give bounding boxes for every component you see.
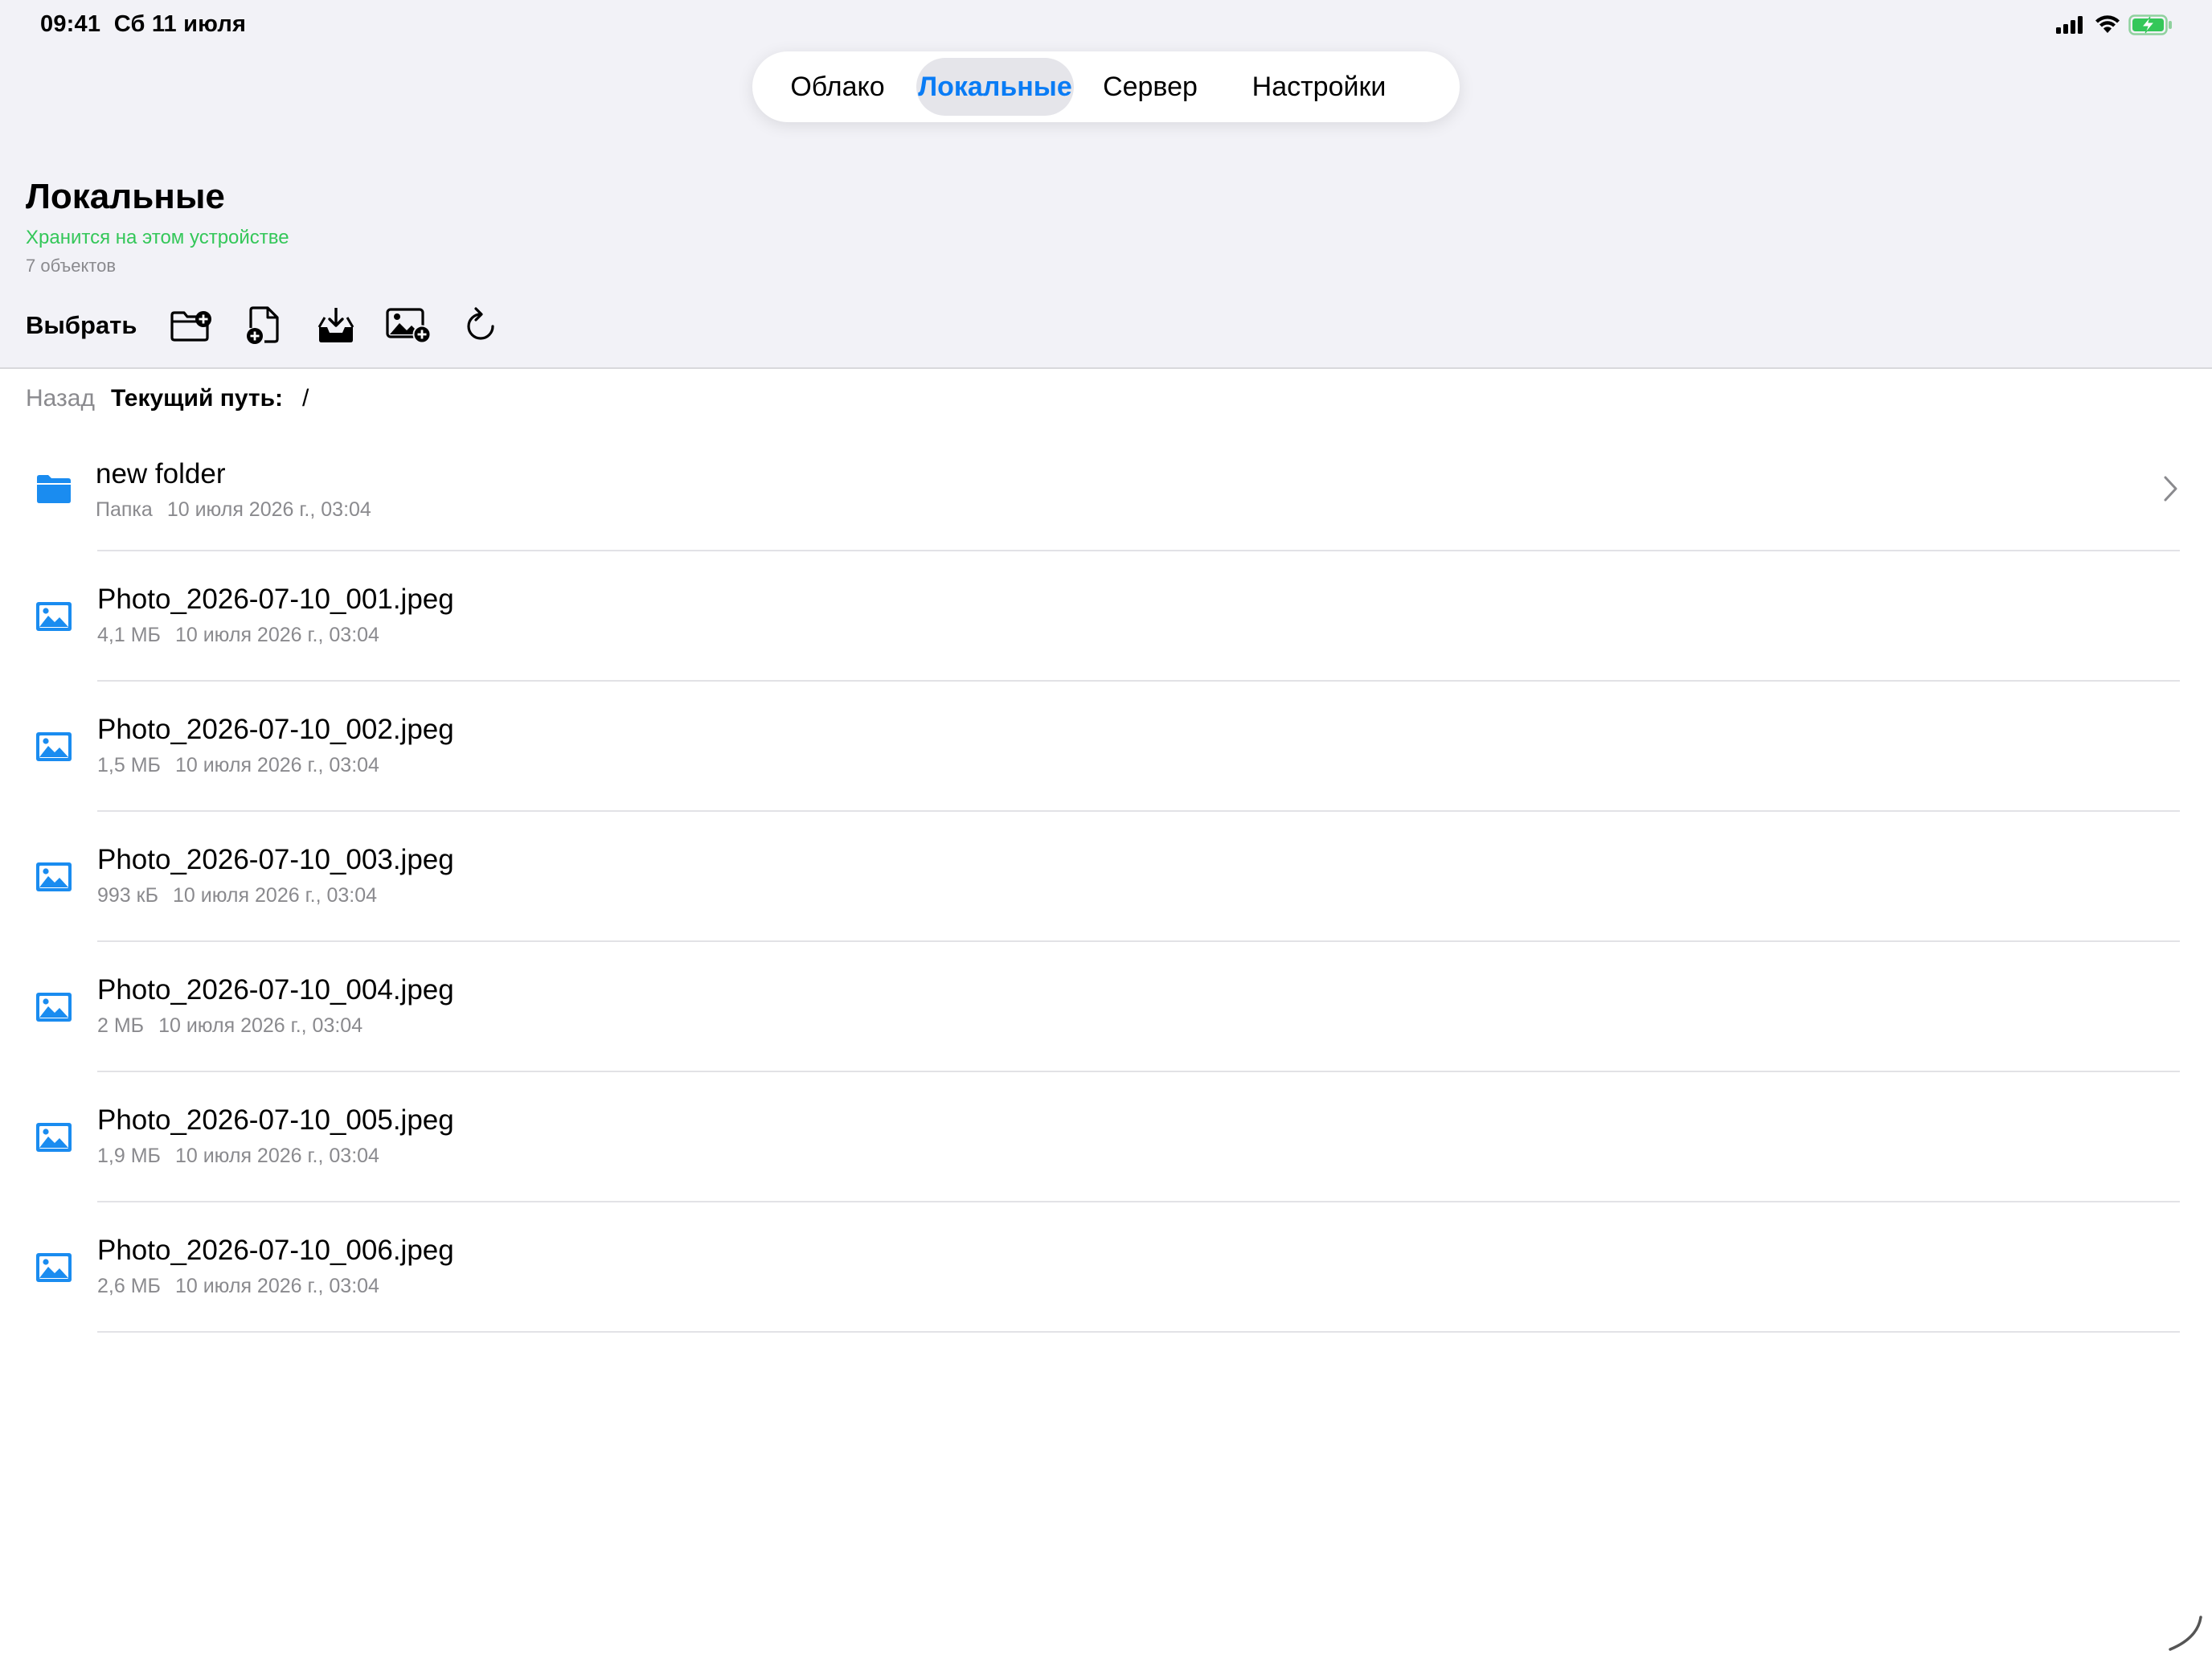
item-size: 4,1 МБ <box>97 624 161 646</box>
toolbar: Выбрать <box>26 302 529 349</box>
header-area: 09:41 Сб 11 июля Облако Локальные Сервер… <box>0 0 2212 369</box>
item-count: 7 объектов <box>26 256 117 276</box>
import-icon[interactable] <box>312 302 360 349</box>
item-meta: 1,5 МБ 10 июля 2026 г., 03:04 <box>97 754 379 777</box>
breadcrumb: Назад Текущий путь: / <box>26 383 309 415</box>
item-size: 2 МБ <box>97 1014 145 1037</box>
list-item-folder[interactable]: new folder Папка 10 июля 2026 г., 03:04 <box>0 426 2212 551</box>
image-file-icon <box>34 1120 74 1155</box>
storage-location-subtitle: Хранится на этом устройстве <box>26 227 289 248</box>
item-date: 10 июля 2026 г., 03:04 <box>174 1145 379 1167</box>
row-divider <box>97 1331 2180 1333</box>
item-meta: Папка 10 июля 2026 г., 03:04 <box>96 498 371 522</box>
image-file-icon <box>34 859 74 895</box>
status-bar-time: 09:41 Сб 11 июля <box>40 11 247 37</box>
list-item-image[interactable]: Photo_2026-07-10_003.jpeg 993 кБ 10 июля… <box>0 812 2212 942</box>
add-photo-icon[interactable] <box>384 302 432 349</box>
list-item-image[interactable]: Photo_2026-07-10_001.jpeg 4,1 МБ 10 июля… <box>0 551 2212 682</box>
select-button[interactable]: Выбрать <box>26 311 137 340</box>
tab-cloud[interactable]: Облако <box>759 58 916 116</box>
item-meta: 4,1 МБ 10 июля 2026 г., 03:04 <box>97 624 379 647</box>
image-file-icon <box>34 599 74 634</box>
tab-settings[interactable]: Настройки <box>1227 58 1411 116</box>
chevron-right-icon <box>2159 473 2183 505</box>
item-size: 1,9 МБ <box>97 1145 161 1167</box>
image-file-icon <box>34 1250 74 1285</box>
item-date: 10 июля 2026 г., 03:04 <box>174 754 379 776</box>
item-date: 10 июля 2026 г., 03:04 <box>174 624 379 646</box>
signal-icon <box>2056 16 2087 34</box>
item-kind: Папка <box>96 498 153 521</box>
item-meta: 993 кБ 10 июля 2026 г., 03:04 <box>97 884 377 907</box>
battery-charging-icon <box>2128 14 2173 35</box>
wifi-icon <box>2095 15 2120 35</box>
image-file-icon <box>34 729 74 764</box>
list-item-image[interactable]: Photo_2026-07-10_006.jpeg 2,6 МБ 10 июля… <box>0 1202 2212 1333</box>
item-name: Photo_2026-07-10_001.jpeg <box>97 584 454 615</box>
item-name: Photo_2026-07-10_005.jpeg <box>97 1104 454 1136</box>
item-name: Photo_2026-07-10_003.jpeg <box>97 844 454 875</box>
item-date: 10 июля 2026 г., 03:04 <box>166 498 371 521</box>
page-title: Локальные <box>26 177 225 216</box>
list-item-image[interactable]: Photo_2026-07-10_005.jpeg 1,9 МБ 10 июля… <box>0 1072 2212 1202</box>
tab-local[interactable]: Локальные <box>916 58 1074 116</box>
status-bar-date: Сб 11 июля <box>113 11 247 37</box>
current-path-value: / <box>302 385 309 412</box>
item-meta: 1,9 МБ 10 июля 2026 г., 03:04 <box>97 1145 379 1168</box>
tab-server[interactable]: Сервер <box>1074 58 1227 116</box>
new-file-icon[interactable] <box>240 302 288 349</box>
item-size: 1,5 МБ <box>97 754 161 776</box>
current-path-label: Текущий путь: <box>110 385 284 412</box>
resize-corner-indicator <box>2165 1614 2206 1654</box>
segmented-tab-bar: Облако Локальные Сервер Настройки <box>752 51 1460 122</box>
status-bar-indicators <box>2056 14 2173 35</box>
image-file-icon <box>34 989 74 1025</box>
item-date: 10 июля 2026 г., 03:04 <box>173 884 378 907</box>
back-link[interactable]: Назад <box>26 385 95 412</box>
item-meta: 2 МБ 10 июля 2026 г., 03:04 <box>97 1014 363 1038</box>
item-size: 993 кБ <box>97 884 159 907</box>
file-list: new folder Папка 10 июля 2026 г., 03:04 … <box>0 426 2212 1333</box>
item-name: new folder <box>96 458 226 490</box>
item-name: Photo_2026-07-10_006.jpeg <box>97 1235 454 1266</box>
list-item-image[interactable]: Photo_2026-07-10_002.jpeg 1,5 МБ 10 июля… <box>0 682 2212 812</box>
item-meta: 2,6 МБ 10 июля 2026 г., 03:04 <box>97 1275 379 1298</box>
folder-icon <box>34 471 74 506</box>
item-name: Photo_2026-07-10_002.jpeg <box>97 714 454 745</box>
refresh-icon[interactable] <box>457 302 505 349</box>
item-date: 10 июля 2026 г., 03:04 <box>174 1275 379 1297</box>
list-item-image[interactable]: Photo_2026-07-10_004.jpeg 2 МБ 10 июля 2… <box>0 942 2212 1072</box>
item-name: Photo_2026-07-10_004.jpeg <box>97 974 454 1006</box>
item-size: 2,6 МБ <box>97 1275 161 1297</box>
new-folder-icon[interactable] <box>167 302 215 349</box>
item-date: 10 июля 2026 г., 03:04 <box>158 1014 363 1037</box>
